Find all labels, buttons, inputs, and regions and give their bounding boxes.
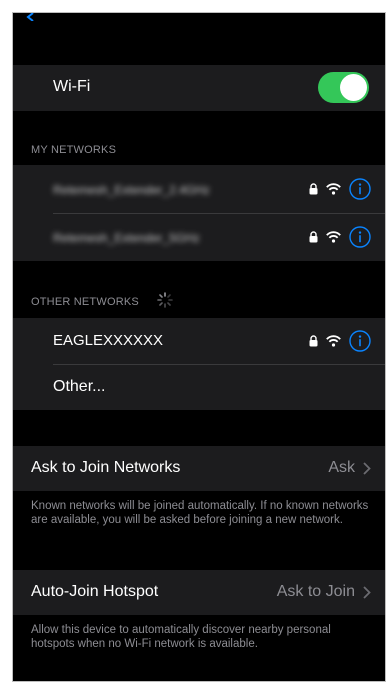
chevron-right-icon bbox=[363, 586, 371, 599]
network-status-icons bbox=[309, 177, 371, 201]
other-networks-header: OTHER NETWORKS bbox=[31, 296, 139, 308]
network-status-icons bbox=[309, 329, 371, 353]
network-row[interactable]: Retemesh_Extender_5GHz bbox=[13, 213, 385, 261]
network-status-icons bbox=[309, 225, 371, 249]
wifi-toggle[interactable] bbox=[318, 72, 369, 103]
auto-join-hotspot-value: Ask to Join bbox=[276, 583, 355, 600]
network-name: Retemesh_Extender_2.4GHz bbox=[53, 183, 210, 197]
info-icon[interactable] bbox=[349, 226, 371, 248]
chevron-right-icon bbox=[363, 462, 371, 475]
back-chevron-icon[interactable] bbox=[25, 13, 37, 21]
lock-icon bbox=[309, 231, 318, 243]
network-row[interactable]: EAGLEXXXXXX bbox=[13, 318, 385, 364]
auto-join-hotspot-footnote: Allow this device to automatically disco… bbox=[31, 624, 331, 650]
wifi-signal-icon bbox=[326, 335, 341, 347]
info-icon[interactable] bbox=[349, 330, 371, 352]
wifi-toggle-row[interactable]: Wi-Fi bbox=[13, 65, 385, 111]
wifi-label: Wi-Fi bbox=[53, 78, 91, 95]
ask-to-join-value: Ask bbox=[328, 459, 355, 476]
ask-to-join-row[interactable]: Ask to Join Networks Ask bbox=[13, 446, 385, 491]
my-networks-group: Retemesh_Extender_2.4GHz Retemesh_Extend… bbox=[13, 165, 385, 261]
auto-join-hotspot-label: Auto-Join Hotspot bbox=[31, 583, 159, 600]
loading-spinner-icon bbox=[157, 292, 173, 308]
my-networks-header: MY NETWORKS bbox=[31, 144, 117, 156]
toggle-knob bbox=[340, 74, 367, 101]
other-network-label: Other... bbox=[53, 378, 106, 395]
ask-to-join-footnote: Known networks will be joined automatica… bbox=[31, 500, 369, 526]
wifi-signal-icon bbox=[326, 183, 341, 195]
lock-icon bbox=[309, 335, 318, 347]
ask-to-join-label: Ask to Join Networks bbox=[31, 459, 181, 476]
wifi-signal-icon bbox=[326, 231, 341, 243]
lock-icon bbox=[309, 183, 318, 195]
network-name: EAGLEXXXXXX bbox=[53, 332, 164, 349]
network-row[interactable]: Retemesh_Extender_2.4GHz bbox=[13, 165, 385, 213]
network-name: Retemesh_Extender_5GHz bbox=[53, 231, 200, 245]
auto-join-hotspot-row[interactable]: Auto-Join Hotspot Ask to Join bbox=[13, 570, 385, 615]
info-icon[interactable] bbox=[349, 178, 371, 200]
other-networks-group: EAGLEXXXXXX Other... bbox=[13, 318, 385, 410]
settings-screen: Wi-Fi MY NETWORKS Retemesh_Extender_2.4G… bbox=[12, 12, 386, 682]
other-network-row[interactable]: Other... bbox=[13, 364, 385, 410]
